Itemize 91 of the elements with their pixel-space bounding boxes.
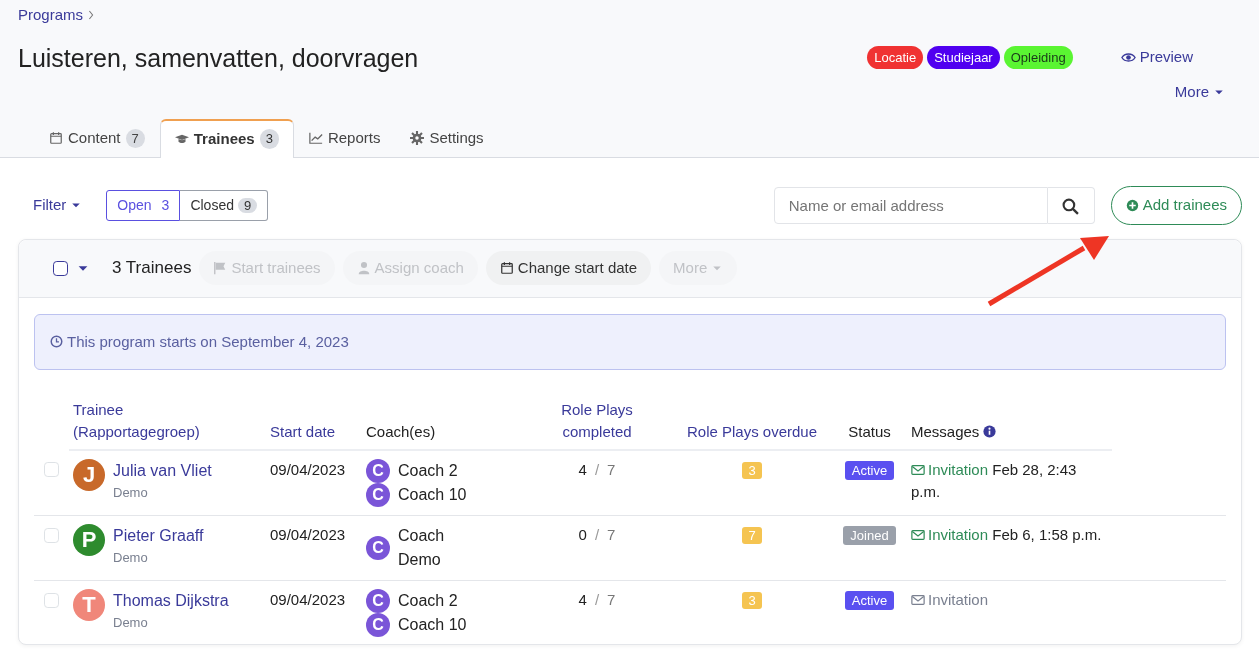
start-date: 09/04/2023 <box>270 460 346 478</box>
tag: Locatie <box>867 45 924 70</box>
coach-avatar: C <box>366 458 390 483</box>
avatar: P <box>73 523 105 556</box>
status-badge: Active <box>844 460 895 480</box>
calendar-icon <box>49 131 63 146</box>
settings-icon <box>410 131 425 146</box>
status-badge: Active <box>844 590 895 610</box>
row-checkbox[interactable] <box>44 527 59 543</box>
line-chart-icon <box>308 131 323 146</box>
total-count: 7 <box>607 589 616 610</box>
column-header[interactable]: Role Plays completed <box>526 399 668 443</box>
trainee-name-link[interactable]: Pieter Graaff <box>113 523 204 548</box>
trainee-name-link[interactable]: Julia van Vliet <box>113 458 212 483</box>
preview-link[interactable]: Preview <box>1120 46 1193 69</box>
message-text: Invitation Feb 6, 1:58 p.m. <box>911 523 1108 546</box>
group-label: Demo <box>113 548 149 567</box>
start-date: 09/04/2023 <box>270 590 346 608</box>
overdue-badge: 3 <box>742 461 762 479</box>
column-header: Status <box>848 421 891 442</box>
trainee-name-link[interactable]: Thomas Dijkstra <box>113 588 229 613</box>
tab[interactable]: Content 7 <box>34 118 160 158</box>
coach-avatar: C <box>366 482 390 507</box>
coach-avatar: C <box>366 612 390 637</box>
column-header[interactable]: Trainee (Rapportagegroep) <box>73 399 223 443</box>
column-header[interactable]: Role Plays overdue <box>686 420 818 443</box>
row-checkbox[interactable] <box>44 592 59 608</box>
tab[interactable]: Reports <box>293 118 396 158</box>
breadcrumb-link[interactable]: Programs <box>18 4 84 27</box>
search-button[interactable] <box>1047 186 1095 224</box>
avatar: T <box>73 588 105 621</box>
row-checkbox[interactable] <box>44 461 59 477</box>
trainee-count: 3 Trainees <box>112 257 192 280</box>
completed-count: 0 <box>578 524 587 545</box>
coach-name: Coach 10 <box>398 614 467 635</box>
clock-icon <box>50 335 63 349</box>
chevron-right-icon <box>87 9 96 22</box>
message-text: Invitation Feb 28, 2:43 p.m. <box>911 459 1078 502</box>
envelope-icon <box>911 527 925 542</box>
status-badge: Joined <box>843 525 896 545</box>
start-date: 09/04/2023 <box>270 525 346 543</box>
flag-icon <box>213 261 228 275</box>
tab[interactable]: Trainees 3 <box>159 118 294 158</box>
overdue-badge: 3 <box>742 591 762 609</box>
coach-avatar: C <box>366 588 390 613</box>
completed-count: 4 <box>578 459 587 480</box>
coach-name: Coach 2 <box>398 590 458 611</box>
add-trainees-button[interactable]: Add trainees <box>1110 186 1242 225</box>
tag: Opleiding <box>1003 45 1073 70</box>
count-badge: 3 <box>259 129 279 149</box>
total-count: 7 <box>607 459 616 480</box>
user-icon <box>356 261 371 275</box>
group-label: Demo <box>113 613 149 632</box>
tab[interactable]: Settings <box>395 118 499 158</box>
coach-name: Coach 2 <box>398 460 458 481</box>
count-badge: 7 <box>125 128 145 148</box>
total-count: 7 <box>607 524 616 545</box>
search-icon <box>1062 197 1080 215</box>
separator: / <box>594 589 600 610</box>
more-menu[interactable]: More <box>1174 80 1225 103</box>
envelope-icon <box>911 462 925 477</box>
separator: / <box>594 524 600 545</box>
separator: / <box>594 459 600 480</box>
page-title: Luisteren, samenvatten, doorvragen <box>18 42 420 73</box>
action-button[interactable]: Change start date <box>485 250 652 286</box>
coach-avatar: C <box>366 535 390 560</box>
count-label: 3 <box>161 196 170 213</box>
column-header: Coach(es) <box>366 421 436 442</box>
coach-name: Coach 10 <box>398 484 467 505</box>
tag: Studiejaar <box>927 45 1000 70</box>
filter-tab[interactable]: Closed 9 <box>180 189 269 221</box>
select-all-checkbox[interactable] <box>53 260 68 276</box>
plus-circle-icon <box>1125 198 1139 212</box>
coach-name: Coach Demo <box>398 525 446 570</box>
count-badge: 9 <box>238 197 258 213</box>
filter-tab[interactable]: Open 3 <box>106 189 181 221</box>
search-field[interactable]: Name or email address <box>773 186 1048 224</box>
completed-count: 4 <box>578 589 587 610</box>
column-header: Messages <box>911 421 980 442</box>
invitation-link[interactable]: Invitation <box>911 525 989 543</box>
filter-menu[interactable]: Filter <box>33 194 83 217</box>
overdue-badge: 7 <box>742 526 762 544</box>
avatar: J <box>73 458 105 491</box>
column-header[interactable]: Start date <box>270 420 336 443</box>
eye-icon <box>1120 50 1136 65</box>
invitation-link[interactable]: Invitation <box>911 590 989 608</box>
calendar-icon <box>499 261 514 275</box>
envelope-icon <box>911 592 925 607</box>
invitation-link[interactable]: Invitation <box>911 460 989 478</box>
banner-text: This program starts on September 4, 2023 <box>67 331 349 352</box>
group-label: Demo <box>113 483 149 502</box>
